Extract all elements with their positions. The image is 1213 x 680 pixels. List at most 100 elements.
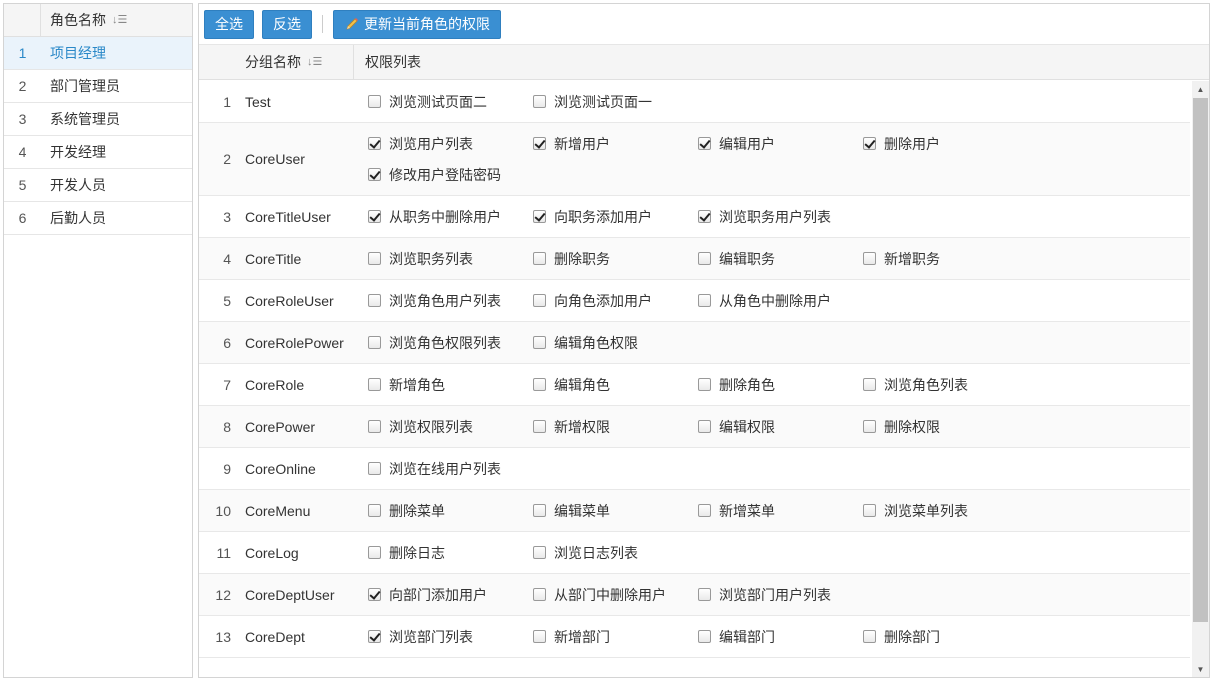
permission-item[interactable]: 浏览测试页面二 (368, 86, 533, 117)
role-row[interactable]: 5 开发人员 (4, 169, 192, 202)
permission-item[interactable]: 编辑权限 (698, 411, 863, 442)
permission-item[interactable]: 浏览测试页面一 (533, 86, 698, 117)
permission-checkbox[interactable] (368, 210, 381, 223)
permission-item[interactable]: 浏览权限列表 (368, 411, 533, 442)
permission-checkbox[interactable] (368, 462, 381, 475)
permission-checkbox[interactable] (533, 378, 546, 391)
role-row[interactable]: 2 部门管理员 (4, 70, 192, 103)
permission-checkbox[interactable] (368, 336, 381, 349)
update-role-permissions-button[interactable]: 更新当前角色的权限 (333, 9, 501, 39)
permission-checkbox[interactable] (368, 137, 381, 150)
scroll-down-arrow-icon[interactable]: ▼ (1192, 661, 1209, 677)
select-all-button[interactable]: 全选 (204, 9, 254, 39)
permission-checkbox[interactable] (863, 378, 876, 391)
permission-checkbox[interactable] (533, 630, 546, 643)
role-row[interactable]: 3 系统管理员 (4, 103, 192, 136)
permission-item[interactable]: 从部门中删除用户 (533, 579, 698, 610)
permission-checkbox[interactable] (698, 294, 711, 307)
permission-checkbox[interactable] (533, 210, 546, 223)
role-name-column-header[interactable]: 角色名称 ↓☰ (41, 10, 127, 30)
vertical-scrollbar[interactable]: ▲ ▼ (1192, 81, 1209, 677)
permission-checkbox[interactable] (698, 588, 711, 601)
permission-checkbox[interactable] (698, 137, 711, 150)
permission-checkbox[interactable] (863, 420, 876, 433)
permission-checkbox[interactable] (533, 420, 546, 433)
permission-item[interactable]: 浏览在线用户列表 (368, 453, 533, 484)
permission-checkbox[interactable] (533, 336, 546, 349)
permission-item[interactable]: 删除职务 (533, 243, 698, 274)
role-row[interactable]: 6 后勤人员 (4, 202, 192, 235)
permission-item[interactable]: 编辑用户 (698, 128, 863, 159)
permission-item[interactable]: 向职务添加用户 (533, 201, 698, 232)
permission-item[interactable]: 浏览职务列表 (368, 243, 533, 274)
sort-icon[interactable]: ↓☰ (307, 56, 322, 68)
permission-item[interactable]: 浏览角色列表 (863, 369, 1028, 400)
permission-checkbox[interactable] (368, 294, 381, 307)
permission-checkbox[interactable] (533, 95, 546, 108)
role-row[interactable]: 1 项目经理 (4, 37, 192, 70)
permission-item[interactable]: 浏览部门用户列表 (698, 579, 863, 610)
permission-item[interactable]: 编辑菜单 (533, 495, 698, 526)
permission-checkbox[interactable] (698, 420, 711, 433)
invert-selection-button[interactable]: 反选 (262, 9, 312, 39)
sort-icon[interactable]: ↓☰ (112, 14, 127, 26)
permission-item[interactable]: 从职务中删除用户 (368, 201, 533, 232)
permission-checkbox[interactable] (368, 168, 381, 181)
permission-checkbox[interactable] (533, 294, 546, 307)
permission-checkbox[interactable] (368, 504, 381, 517)
permission-item[interactable]: 新增用户 (533, 128, 698, 159)
permission-item[interactable]: 浏览角色权限列表 (368, 327, 533, 358)
permission-item[interactable]: 删除日志 (368, 537, 533, 568)
permission-checkbox[interactable] (368, 546, 381, 559)
permission-item[interactable]: 新增菜单 (698, 495, 863, 526)
permission-checkbox[interactable] (863, 137, 876, 150)
permission-item[interactable]: 浏览用户列表 (368, 128, 533, 159)
permission-item[interactable]: 浏览菜单列表 (863, 495, 1028, 526)
permission-checkbox[interactable] (863, 504, 876, 517)
permission-item[interactable]: 从角色中删除用户 (698, 285, 863, 316)
permission-item[interactable]: 新增职务 (863, 243, 1028, 274)
permission-item[interactable]: 删除菜单 (368, 495, 533, 526)
permission-item[interactable]: 编辑角色 (533, 369, 698, 400)
permission-item[interactable]: 新增权限 (533, 411, 698, 442)
permission-checkbox[interactable] (368, 630, 381, 643)
permission-item[interactable]: 浏览职务用户列表 (698, 201, 863, 232)
permission-checkbox[interactable] (533, 137, 546, 150)
scroll-up-arrow-icon[interactable]: ▲ (1192, 81, 1209, 97)
permission-checkbox[interactable] (533, 546, 546, 559)
role-row[interactable]: 4 开发经理 (4, 136, 192, 169)
permission-checkbox[interactable] (533, 252, 546, 265)
permission-checkbox[interactable] (368, 420, 381, 433)
permission-checkbox[interactable] (368, 95, 381, 108)
group-name-column-header[interactable]: 分组名称 ↓☰ (235, 45, 354, 79)
permission-checkbox[interactable] (533, 588, 546, 601)
permission-item[interactable]: 删除部门 (863, 621, 1028, 652)
permission-item[interactable]: 修改用户登陆密码 (368, 159, 533, 190)
permission-checkbox[interactable] (863, 630, 876, 643)
permission-checkbox[interactable] (698, 210, 711, 223)
permission-item[interactable]: 浏览日志列表 (533, 537, 698, 568)
permission-item[interactable]: 删除用户 (863, 128, 1028, 159)
permission-item[interactable]: 编辑职务 (698, 243, 863, 274)
permission-label: 从部门中删除用户 (554, 586, 666, 603)
permission-checkbox[interactable] (863, 252, 876, 265)
permission-checkbox[interactable] (698, 378, 711, 391)
permission-item[interactable]: 新增部门 (533, 621, 698, 652)
permission-checkbox[interactable] (368, 588, 381, 601)
permission-item[interactable]: 向角色添加用户 (533, 285, 698, 316)
permission-checkbox[interactable] (368, 252, 381, 265)
permission-checkbox[interactable] (698, 630, 711, 643)
permission-checkbox[interactable] (698, 252, 711, 265)
permission-item[interactable]: 删除权限 (863, 411, 1028, 442)
permission-item[interactable]: 浏览角色用户列表 (368, 285, 533, 316)
scroll-thumb[interactable] (1193, 98, 1208, 622)
permission-item[interactable]: 新增角色 (368, 369, 533, 400)
permission-item[interactable]: 编辑部门 (698, 621, 863, 652)
permission-item[interactable]: 编辑角色权限 (533, 327, 698, 358)
permission-checkbox[interactable] (368, 378, 381, 391)
permission-item[interactable]: 向部门添加用户 (368, 579, 533, 610)
permission-checkbox[interactable] (533, 504, 546, 517)
permission-checkbox[interactable] (698, 504, 711, 517)
permission-item[interactable]: 浏览部门列表 (368, 621, 533, 652)
permission-item[interactable]: 删除角色 (698, 369, 863, 400)
